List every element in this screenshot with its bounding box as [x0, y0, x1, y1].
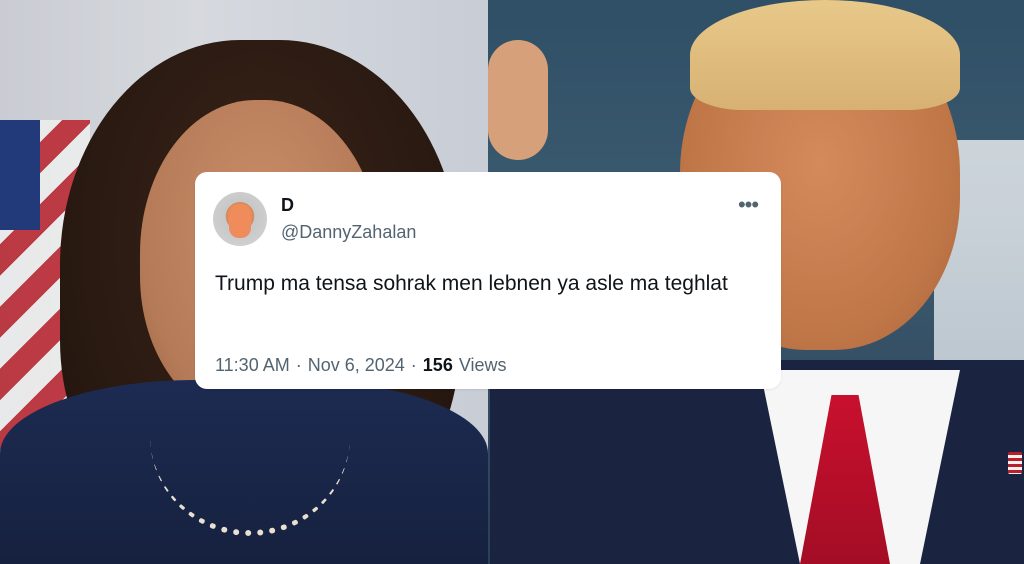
meta-separator: ·: [410, 355, 417, 375]
avatar[interactable]: [213, 192, 267, 246]
flag-canton: [0, 120, 40, 230]
user-handle[interactable]: @DannyZahalan: [281, 222, 416, 243]
tweet-time[interactable]: 11:30 AM: [215, 355, 290, 376]
portrait-hair-right: [690, 0, 960, 110]
more-options-button[interactable]: •••: [733, 190, 763, 220]
display-name[interactable]: D: [281, 195, 294, 216]
tweet-card[interactable]: D @DannyZahalan ••• Trump ma tensa sohra…: [195, 172, 781, 389]
views-label: Views: [458, 355, 507, 375]
views-count: 156: [422, 355, 453, 375]
flag-pin: [1008, 452, 1022, 474]
more-horizontal-icon: •••: [737, 192, 759, 217]
tweet-text: Trump ma tensa sohrak men lebnen ya asle…: [215, 272, 728, 295]
tweet-meta: 11:30 AM · Nov 6, 2024 · 156 Views: [215, 355, 507, 376]
meta-separator: ·: [295, 355, 302, 375]
raised-fist: [488, 40, 548, 160]
avatar-figure: [229, 204, 251, 238]
tweet-date[interactable]: Nov 6, 2024: [308, 355, 405, 376]
